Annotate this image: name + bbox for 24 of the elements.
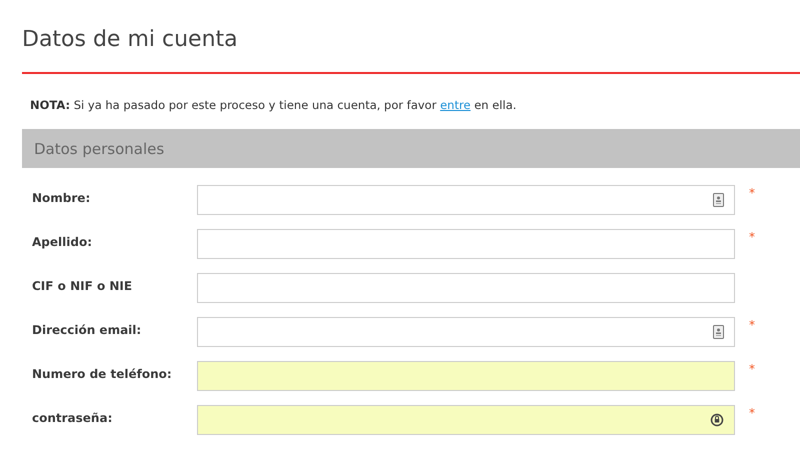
input-field[interactable]	[197, 229, 735, 259]
lock-icon	[710, 413, 724, 427]
field-label: Nombre:	[31, 190, 92, 207]
field-label: Dirección email:	[31, 322, 142, 339]
field-label: Numero de teléfono:	[31, 366, 173, 383]
contact-card-icon	[713, 193, 724, 207]
required-marker: *	[749, 405, 755, 421]
login-note: NOTA: Si ya ha pasado por este proceso y tiene una cuenta, por favor entre en ella.	[29, 97, 518, 114]
input-field[interactable]	[197, 361, 735, 391]
section-title: Datos personales	[34, 140, 164, 158]
field-label: Apellido:	[31, 234, 93, 251]
input-field[interactable]	[197, 185, 735, 215]
required-marker: *	[749, 361, 755, 377]
required-marker: *	[749, 185, 755, 201]
required-marker: *	[749, 229, 755, 245]
field-label: CIF o NIF o NIE	[31, 278, 134, 295]
page-title: Datos de mi cuenta	[22, 0, 800, 74]
contact-card-icon	[713, 325, 724, 339]
input-field[interactable]	[197, 317, 735, 347]
input-field[interactable]	[197, 273, 735, 303]
input-field[interactable]	[197, 405, 735, 435]
login-link[interactable]: entre	[440, 98, 471, 112]
required-marker: *	[749, 317, 755, 333]
field-label: contraseña:	[31, 410, 114, 427]
